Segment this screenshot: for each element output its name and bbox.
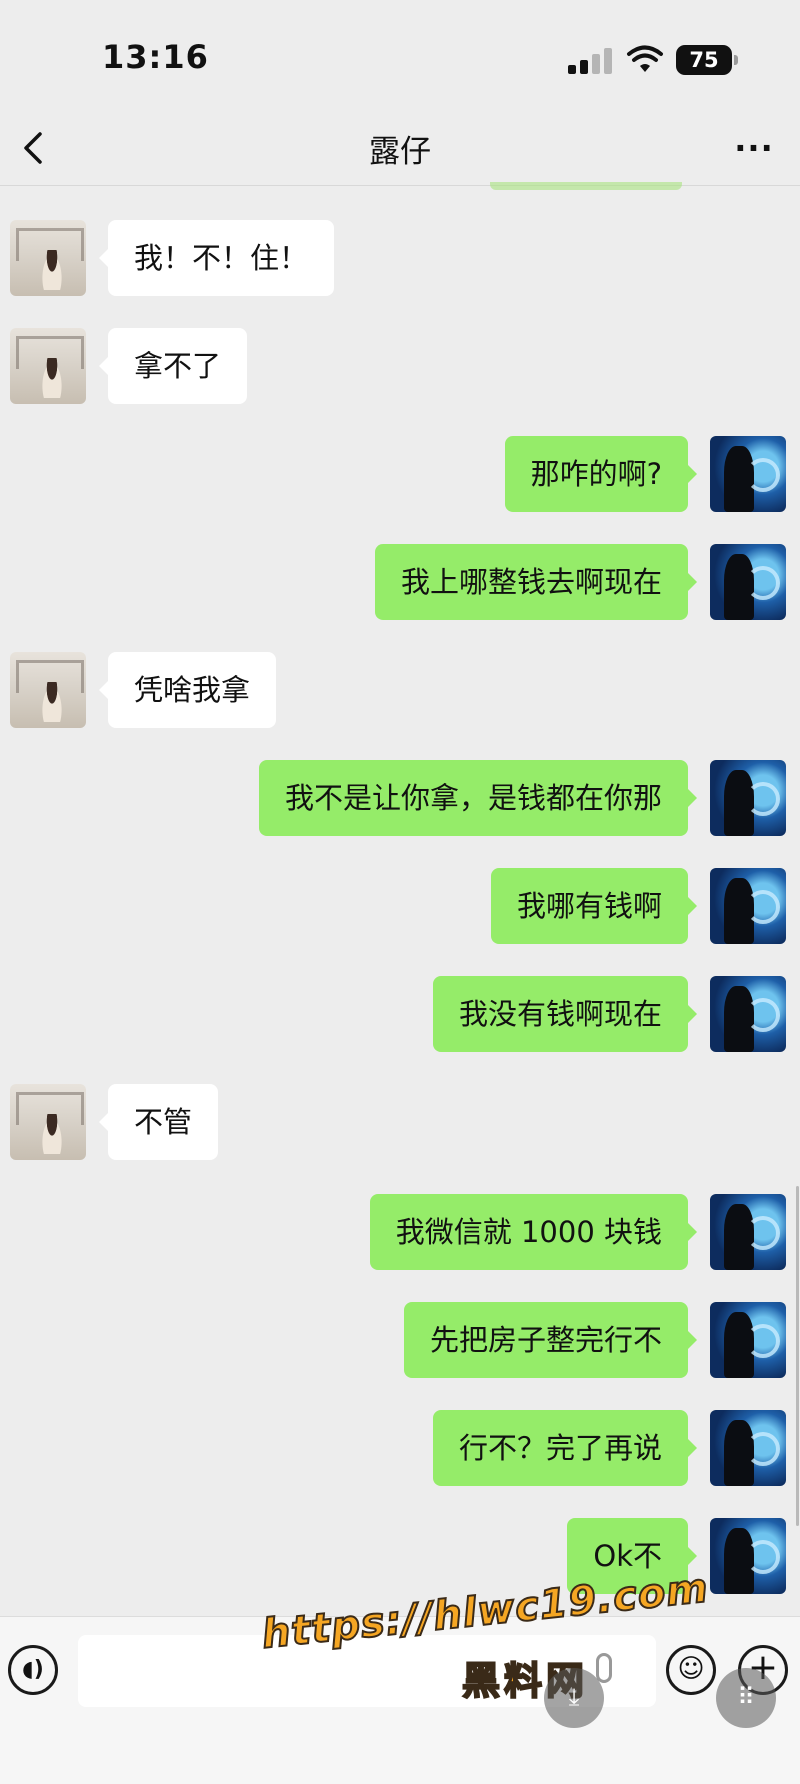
message-row: 先把房子整完行不 — [286, 1302, 786, 1378]
my-avatar[interactable] — [710, 976, 786, 1052]
message-row: 不管 — [10, 1084, 340, 1160]
message-row: 我微信就 1000 块钱 — [286, 1194, 786, 1270]
emoji-button[interactable]: ☺ — [666, 1645, 716, 1695]
message-row: 我上哪整钱去啊现在 — [286, 544, 786, 620]
more-options-icon[interactable]: ··· — [734, 128, 774, 168]
message-bubble-incoming[interactable]: 不管 — [98, 1084, 219, 1160]
message-bubble-outgoing[interactable]: 我没有钱啊现在 — [432, 976, 698, 1052]
message-bubble-incoming[interactable]: 凭啥我拿 — [98, 652, 277, 728]
message-bubble-outgoing[interactable]: 我微信就 1000 块钱 — [369, 1194, 698, 1270]
message-row: 我哪有钱啊 — [286, 868, 786, 944]
my-avatar[interactable] — [710, 436, 786, 512]
scrollbar[interactable] — [796, 1186, 799, 1526]
mic-icon — [596, 1653, 612, 1683]
my-avatar[interactable] — [710, 1194, 786, 1270]
message-row: 拿不了 — [10, 328, 340, 404]
contact-avatar[interactable] — [10, 328, 86, 404]
contact-avatar[interactable] — [10, 220, 86, 296]
signal-icon — [568, 48, 612, 74]
message-row: 我没有钱啊现在 — [286, 976, 786, 1052]
my-avatar[interactable] — [710, 1410, 786, 1486]
message-bubble-outgoing[interactable]: 先把房子整完行不 — [403, 1302, 698, 1378]
message-row: 凭啥我拿 — [10, 652, 340, 728]
message-bubble-outgoing[interactable]: 我哪有钱啊 — [490, 868, 698, 944]
download-icon[interactable]: ⤓ — [544, 1668, 604, 1728]
scrolled-bubble-peek — [490, 182, 682, 190]
grid-menu-icon[interactable]: ⠿ — [716, 1668, 776, 1728]
chat-header: 露仔 ··· — [0, 110, 800, 190]
status-time: 13:16 — [102, 38, 209, 76]
status-bar: 13:16 75 — [0, 0, 800, 110]
my-avatar[interactable] — [710, 1302, 786, 1378]
message-row: 我！不！住！ — [10, 220, 340, 296]
voice-input-button[interactable]: ◖) — [8, 1645, 58, 1695]
battery-icon: 75 — [676, 45, 738, 75]
message-bubble-outgoing[interactable]: 我上哪整钱去啊现在 — [374, 544, 698, 620]
message-bubble-outgoing[interactable]: 那咋的啊? — [504, 436, 698, 512]
my-avatar[interactable] — [710, 760, 786, 836]
my-avatar[interactable] — [710, 1518, 786, 1594]
message-bubble-incoming[interactable]: 拿不了 — [98, 328, 248, 404]
my-avatar[interactable] — [710, 868, 786, 944]
chat-title: 露仔 — [369, 134, 431, 170]
message-row: 那咋的啊? — [286, 436, 786, 512]
message-bubble-outgoing[interactable]: 行不？完了再说 — [432, 1410, 698, 1486]
message-row: 我不是让你拿，是钱都在你那 — [186, 760, 786, 836]
message-bubble-outgoing[interactable]: 我不是让你拿，是钱都在你那 — [258, 760, 698, 836]
my-avatar[interactable] — [710, 544, 786, 620]
message-row: 行不？完了再说 — [286, 1410, 786, 1486]
wifi-icon — [627, 45, 663, 72]
message-bubble-incoming[interactable]: 我！不！住！ — [98, 220, 335, 296]
contact-avatar[interactable] — [10, 1084, 86, 1160]
contact-avatar[interactable] — [10, 652, 86, 728]
